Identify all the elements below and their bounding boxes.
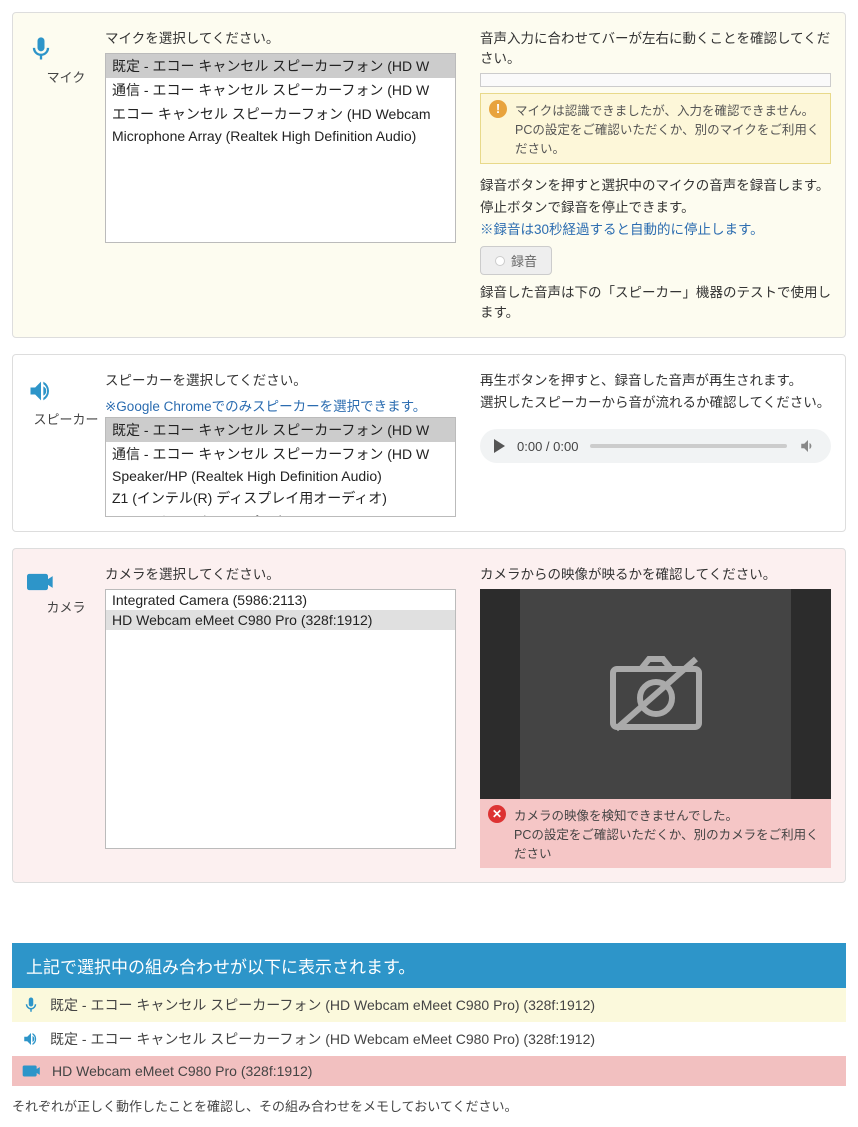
mic-icon bbox=[27, 35, 105, 63]
mic-level-instruction: 音声入力に合わせてバーが左右に動くことを確認してください。 bbox=[480, 27, 831, 67]
list-item[interactable]: 既定 - エコー キャンセル スピーカーフォン (HD W bbox=[106, 54, 455, 78]
record-button[interactable]: 録音 bbox=[480, 246, 552, 275]
warning-text: マイクは認識できましたが、入力を確認できません。 bbox=[515, 100, 822, 119]
speaker-text: 選択したスピーカーから音が流れるか確認してください。 bbox=[480, 391, 831, 411]
mic-instruction: マイクを選択してください。 bbox=[105, 27, 456, 47]
audio-player[interactable]: 0:00 / 0:00 bbox=[480, 429, 831, 463]
speaker-text: 再生ボタンを押すと、録音した音声が再生されます。 bbox=[480, 369, 831, 389]
summary-camera-row: HD Webcam eMeet C980 Pro (328f:1912) bbox=[12, 1056, 846, 1086]
rec-footer: 録音した音声は下の「スピーカー」機器のテストで使用します。 bbox=[480, 281, 831, 321]
camera-preview bbox=[480, 589, 831, 799]
camera-icon bbox=[22, 1064, 42, 1078]
speaker-instruction: スピーカーを選択してください。 bbox=[105, 369, 456, 389]
audio-track[interactable] bbox=[590, 444, 787, 448]
camera-preview-instruction: カメラからの映像が映るかを確認してください。 bbox=[480, 563, 831, 583]
camera-icon-col: カメラ bbox=[27, 563, 105, 868]
mic-label: マイク bbox=[27, 67, 105, 86]
list-item[interactable]: Integrated Camera (5986:2113) bbox=[106, 590, 455, 610]
summary-camera-text: HD Webcam eMeet C980 Pro (328f:1912) bbox=[52, 1063, 312, 1079]
speaker-chrome-note: ※Google Chromeでのみスピーカーを選択できます。 bbox=[105, 395, 456, 415]
mic-icon-col: マイク bbox=[27, 27, 105, 323]
speaker-card: スピーカー スピーカーを選択してください。 ※Google Chromeでのみス… bbox=[12, 354, 846, 532]
rec-text: 録音ボタンを押すと選択中のマイクの音声を録音します。 bbox=[480, 174, 831, 194]
speaker-listbox[interactable]: 既定 - エコー キャンセル スピーカーフォン (HD W 通信 - エコー キ… bbox=[105, 417, 456, 517]
summary-speaker-row: 既定 - エコー キャンセル スピーカーフォン (HD Webcam eMeet… bbox=[12, 1022, 846, 1056]
list-item[interactable]: エコー キャンセル スピーカーフォン (HD Webcam bbox=[106, 510, 455, 517]
warning-icon: ! bbox=[489, 100, 507, 118]
summary-mic-row: 既定 - エコー キャンセル スピーカーフォン (HD Webcam eMeet… bbox=[12, 988, 846, 1022]
summary-mic-text: 既定 - エコー キャンセル スピーカーフォン (HD Webcam eMeet… bbox=[50, 995, 595, 1015]
summary-speaker-text: 既定 - エコー キャンセル スピーカーフォン (HD Webcam eMeet… bbox=[50, 1029, 595, 1049]
list-item[interactable]: Speaker/HP (Realtek High Definition Audi… bbox=[106, 466, 455, 486]
camera-label: カメラ bbox=[27, 597, 105, 616]
list-item[interactable]: エコー キャンセル スピーカーフォン (HD Webcam bbox=[106, 102, 455, 126]
list-item[interactable]: HD Webcam eMeet C980 Pro (328f:1912) bbox=[106, 610, 455, 630]
camera-listbox[interactable]: Integrated Camera (5986:2113) HD Webcam … bbox=[105, 589, 456, 849]
volume-icon[interactable] bbox=[799, 437, 817, 455]
list-item[interactable]: 既定 - エコー キャンセル スピーカーフォン (HD W bbox=[106, 418, 455, 442]
error-text: カメラの映像を検知できませんでした。 bbox=[514, 805, 823, 824]
mic-level-bar bbox=[480, 73, 831, 87]
list-item[interactable]: Microphone Array (Realtek High Definitio… bbox=[106, 126, 455, 146]
play-button[interactable] bbox=[494, 439, 505, 453]
warning-text: PCの設定をご確認いただくか、別のマイクをご利用ください。 bbox=[515, 119, 822, 157]
error-text: PCの設定をご確認いただくか、別のカメラをご利用ください bbox=[514, 824, 823, 862]
summary-header: 上記で選択中の組み合わせが以下に表示されます。 bbox=[12, 943, 846, 988]
mic-listbox[interactable]: 既定 - エコー キャンセル スピーカーフォン (HD W 通信 - エコー キ… bbox=[105, 53, 456, 243]
no-camera-icon bbox=[601, 649, 711, 739]
audio-time: 0:00 / 0:00 bbox=[517, 439, 578, 454]
record-dot-icon bbox=[495, 256, 505, 266]
list-item[interactable]: Z1 (インテル(R) ディスプレイ用オーディオ) bbox=[106, 486, 455, 510]
error-icon: ✕ bbox=[488, 805, 506, 823]
speaker-label: スピーカー bbox=[27, 409, 105, 428]
list-item[interactable]: 通信 - エコー キャンセル スピーカーフォン (HD W bbox=[106, 78, 455, 102]
rec-text: 停止ボタンで録音を停止できます。 bbox=[480, 196, 831, 216]
camera-instruction: カメラを選択してください。 bbox=[105, 563, 456, 583]
speaker-icon bbox=[22, 1030, 40, 1048]
camera-error: ✕ カメラの映像を検知できませんでした。 PCの設定をご確認いただくか、別のカメ… bbox=[480, 799, 831, 868]
mic-warning: ! マイクは認識できましたが、入力を確認できません。 PCの設定をご確認いただく… bbox=[480, 93, 831, 164]
summary-footer: それぞれが正しく動作したことを確認し、その組み合わせをメモしておいてください。 bbox=[12, 1096, 846, 1115]
record-button-label: 録音 bbox=[511, 251, 537, 270]
camera-card: カメラ カメラを選択してください。 Integrated Camera (598… bbox=[12, 548, 846, 883]
mic-card: マイク マイクを選択してください。 既定 - エコー キャンセル スピーカーフォ… bbox=[12, 12, 846, 338]
list-item[interactable]: 通信 - エコー キャンセル スピーカーフォン (HD W bbox=[106, 442, 455, 466]
mic-icon bbox=[22, 996, 40, 1014]
speaker-icon-col: スピーカー bbox=[27, 369, 105, 517]
camera-icon bbox=[27, 571, 105, 593]
speaker-icon bbox=[27, 377, 105, 405]
rec-note: ※録音は30秒経過すると自動的に停止します。 bbox=[480, 218, 831, 238]
